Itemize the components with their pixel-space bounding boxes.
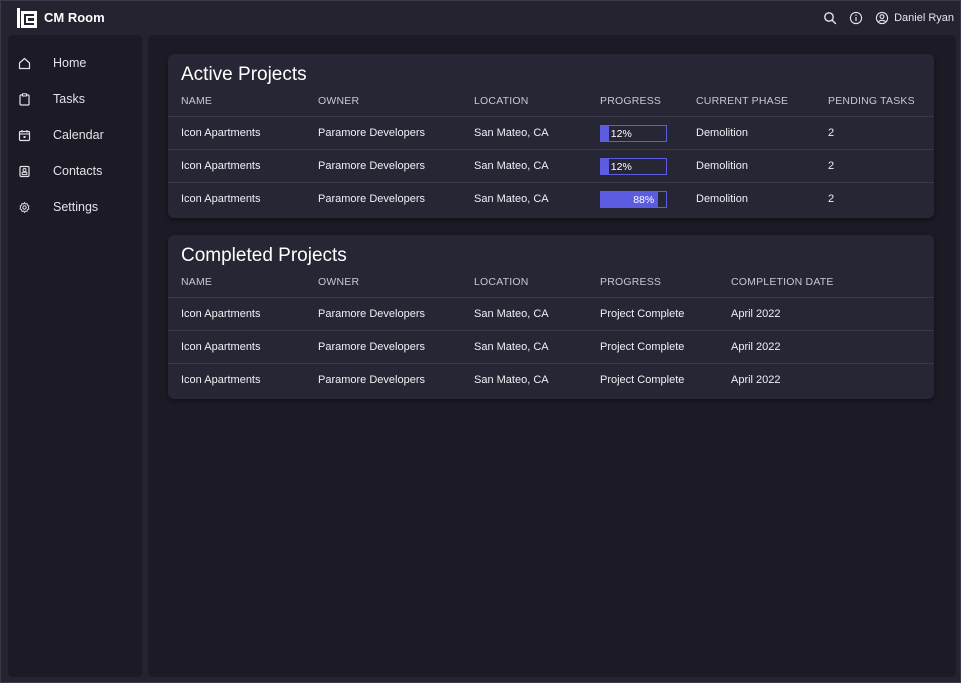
progress-bar: 12% (600, 158, 667, 175)
project-name: Icon Apartments (181, 374, 261, 386)
completion-date: April 2022 (731, 374, 781, 386)
completed-projects-card: Completed Projects NAME OWNER LOCATION P… (168, 235, 934, 399)
project-location: San Mateo, CA (474, 160, 549, 172)
app-frame: CM Room Daniel Ryan Home Tasks Calendar … (0, 0, 961, 683)
sidebar: Home Tasks Calendar Contacts Settings (8, 35, 142, 677)
column-header: COMPLETION DATE (731, 276, 834, 288)
clipboard-icon (19, 92, 30, 106)
project-location: San Mateo, CA (474, 127, 549, 139)
current-phase: Demolition (696, 160, 748, 172)
column-header: LOCATION (474, 276, 529, 288)
app-title: CM Room (44, 10, 105, 25)
table-row[interactable]: Icon Apartments Paramore Developers San … (168, 149, 934, 182)
pending-tasks: 2 (828, 127, 835, 139)
completion-date: April 2022 (731, 341, 781, 353)
column-header: PENDING TASKS (828, 95, 915, 107)
top-actions: Daniel Ryan (823, 10, 954, 26)
column-header: OWNER (318, 276, 360, 288)
sidebar-item-contacts[interactable]: Contacts (8, 157, 142, 185)
column-header: NAME (181, 276, 213, 288)
table-row[interactable]: Icon Apartments Paramore Developers San … (168, 116, 934, 149)
contacts-icon (19, 165, 30, 177)
active-projects-card: Active Projects NAME OWNER LOCATION PROG… (168, 54, 934, 218)
gear-icon (19, 201, 30, 213)
column-header: NAME (181, 95, 213, 107)
project-progress: Project Complete (600, 341, 685, 353)
sidebar-item-label: Settings (53, 200, 99, 214)
table-row[interactable]: Icon Apartments Paramore Developers San … (168, 182, 934, 215)
progress-bar: 88% (600, 191, 667, 208)
project-progress: Project Complete (600, 374, 685, 386)
project-owner: Paramore Developers (318, 308, 425, 320)
project-owner: Paramore Developers (318, 341, 425, 353)
home-icon (18, 57, 31, 69)
project-location: San Mateo, CA (474, 193, 549, 205)
calendar-icon (18, 129, 31, 141)
project-name: Icon Apartments (181, 341, 261, 353)
project-name: Icon Apartments (181, 127, 261, 139)
sidebar-item-tasks[interactable]: Tasks (8, 85, 142, 113)
user-menu[interactable]: Daniel Ryan (875, 11, 954, 25)
user-name: Daniel Ryan (894, 12, 954, 24)
pending-tasks: 2 (828, 160, 835, 172)
app-logo-icon (17, 8, 37, 28)
project-name: Icon Apartments (181, 193, 261, 205)
progress-bar: 12% (600, 125, 667, 142)
sidebar-item-settings[interactable]: Settings (8, 193, 142, 221)
progress-label: 12% (610, 128, 632, 140)
current-phase: Demolition (696, 193, 748, 205)
progress-fill (601, 159, 609, 174)
completed-projects-title: Completed Projects (181, 245, 347, 266)
project-location: San Mateo, CA (474, 308, 549, 320)
main-content: Active Projects NAME OWNER LOCATION PROG… (148, 35, 956, 677)
sidebar-item-label: Tasks (53, 92, 85, 106)
project-owner: Paramore Developers (318, 127, 425, 139)
column-header: CURRENT PHASE (696, 95, 789, 107)
pending-tasks: 2 (828, 193, 835, 205)
table-row[interactable]: Icon Apartments Paramore Developers San … (168, 297, 934, 330)
progress-fill (601, 126, 609, 141)
search-icon[interactable] (823, 11, 837, 25)
sidebar-item-label: Home (53, 56, 87, 70)
sidebar-item-label: Contacts (53, 164, 103, 178)
info-icon[interactable] (849, 11, 863, 25)
table-row[interactable]: Icon Apartments Paramore Developers San … (168, 363, 934, 396)
top-bar: CM Room Daniel Ryan (1, 1, 961, 35)
project-owner: Paramore Developers (318, 374, 425, 386)
project-location: San Mateo, CA (474, 374, 549, 386)
sidebar-item-label: Calendar (53, 128, 104, 142)
project-owner: Paramore Developers (318, 160, 425, 172)
completion-date: April 2022 (731, 308, 781, 320)
sidebar-item-home[interactable]: Home (8, 49, 142, 77)
project-location: San Mateo, CA (474, 341, 549, 353)
column-header: PROGRESS (600, 95, 662, 107)
active-projects-title: Active Projects (181, 64, 307, 85)
column-header: PROGRESS (600, 276, 662, 288)
sidebar-item-calendar[interactable]: Calendar (8, 121, 142, 149)
project-name: Icon Apartments (181, 308, 261, 320)
project-name: Icon Apartments (181, 160, 261, 172)
table-row[interactable]: Icon Apartments Paramore Developers San … (168, 330, 934, 363)
user-avatar-icon (875, 11, 889, 25)
project-progress: Project Complete (600, 308, 685, 320)
current-phase: Demolition (696, 127, 748, 139)
column-header: LOCATION (474, 95, 529, 107)
progress-label: 12% (610, 161, 632, 173)
project-owner: Paramore Developers (318, 193, 425, 205)
progress-label: 88% (633, 194, 655, 206)
column-header: OWNER (318, 95, 360, 107)
